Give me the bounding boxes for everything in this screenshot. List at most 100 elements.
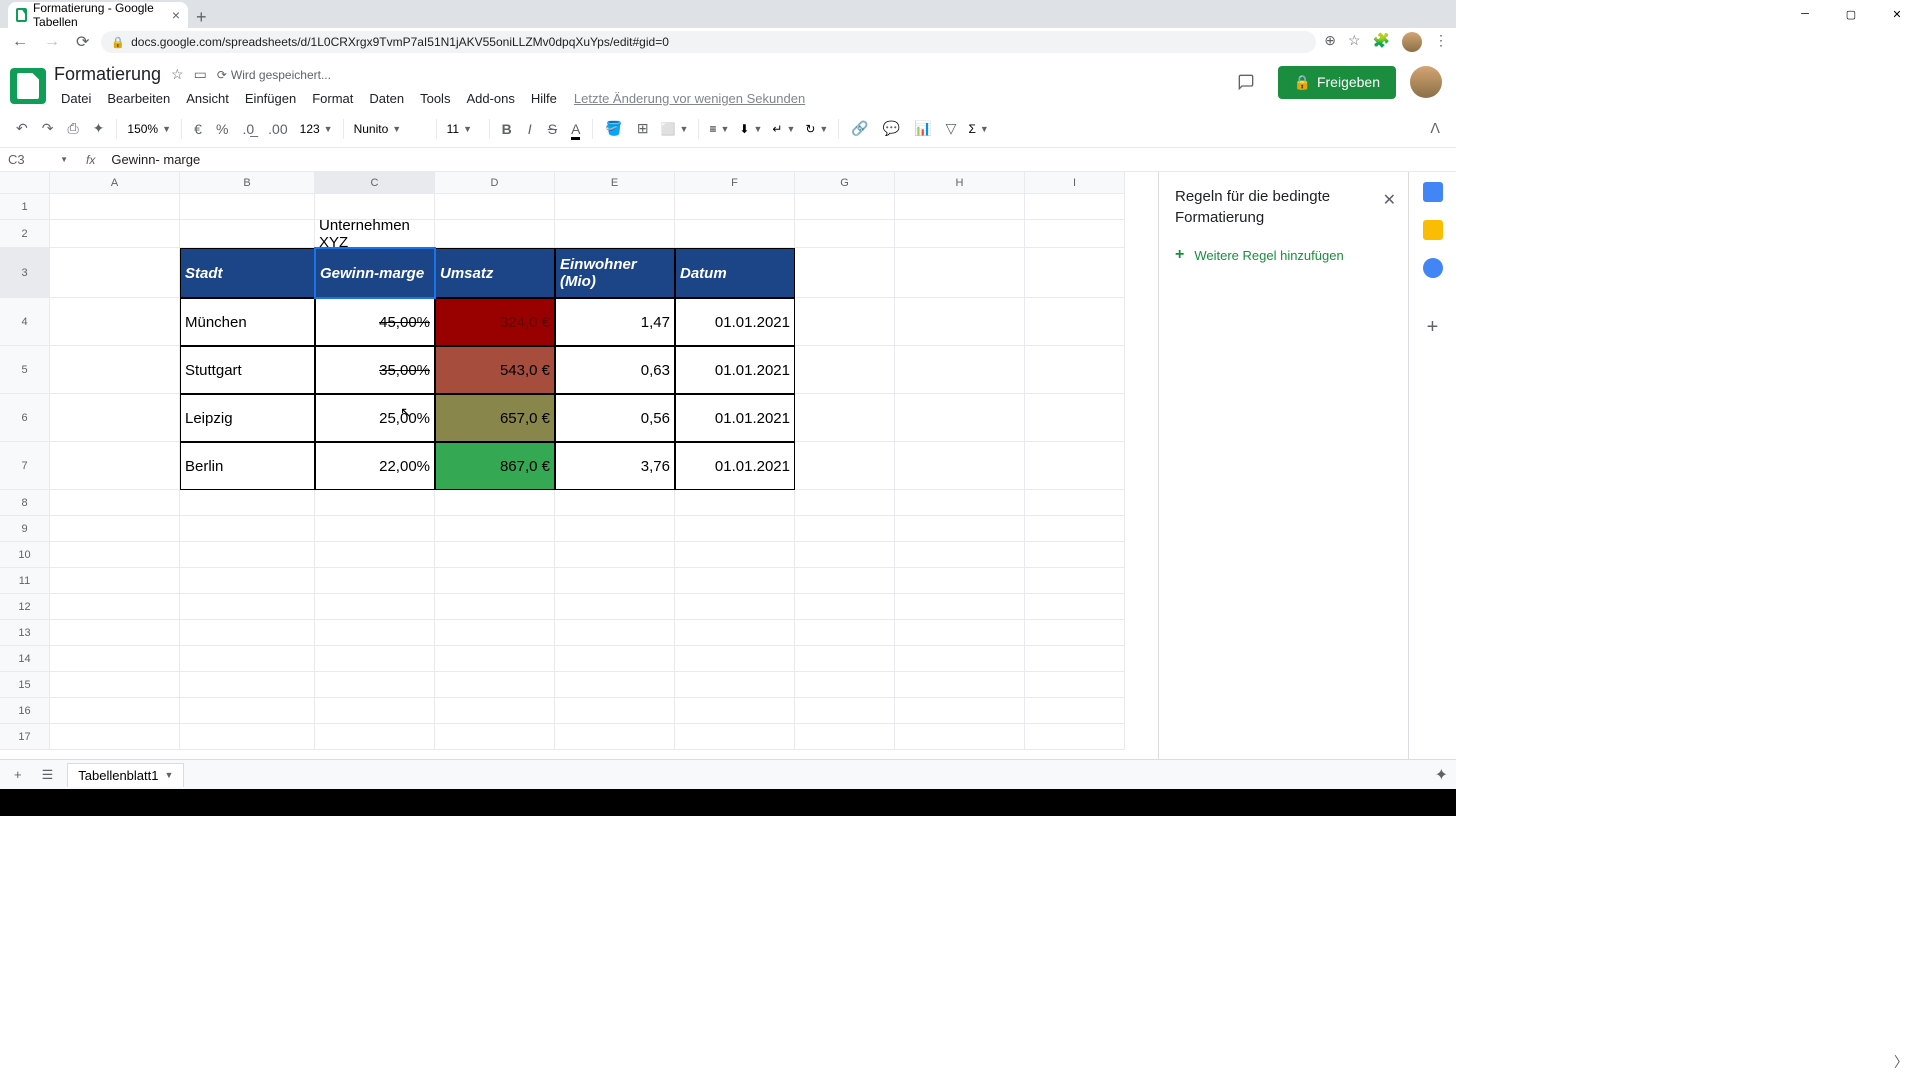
row-header[interactable]: 1 [0,194,50,220]
cell[interactable] [675,620,795,646]
cell[interactable] [435,568,555,594]
cell[interactable] [50,542,180,568]
menu-edit[interactable]: Bearbeiten [100,89,177,108]
cell[interactable] [555,516,675,542]
column-header[interactable]: F [675,172,795,194]
decrease-decimal-button[interactable]: .0̲ [236,117,260,141]
cell[interactable] [50,646,180,672]
cell[interactable] [795,442,895,490]
cell[interactable] [315,490,435,516]
cell[interactable] [895,220,1025,248]
row-header[interactable]: 3 [0,248,50,298]
cell[interactable] [795,672,895,698]
cell[interactable] [895,442,1025,490]
column-header[interactable]: E [555,172,675,194]
cell[interactable] [180,220,315,248]
cell[interactable] [180,646,315,672]
cell[interactable] [1025,568,1125,594]
cell[interactable] [675,698,795,724]
cell[interactable] [315,672,435,698]
chevron-down-icon[interactable]: ▼ [164,770,173,780]
cell[interactable]: 3,76 [555,442,675,490]
cell[interactable] [795,724,895,750]
cell[interactable] [895,620,1025,646]
font-size-select[interactable]: 11▼ [443,120,483,138]
cell[interactable] [1025,394,1125,442]
cell[interactable] [675,568,795,594]
menu-format[interactable]: Format [305,89,360,108]
menu-addons[interactable]: Add-ons [459,89,521,108]
back-button[interactable]: ← [8,33,32,51]
cell[interactable] [795,220,895,248]
cell[interactable] [675,194,795,220]
profile-avatar[interactable] [1402,32,1422,52]
cell[interactable] [555,594,675,620]
cell[interactable] [435,672,555,698]
filter-button[interactable]: ▽ [940,116,963,141]
cell[interactable] [1025,248,1125,298]
cell[interactable] [555,620,675,646]
cell[interactable]: 35,00% [315,346,435,394]
row-header[interactable]: 11 [0,568,50,594]
cell[interactable] [435,724,555,750]
reload-button[interactable]: ⟳ [72,32,93,52]
row-header[interactable]: 9 [0,516,50,542]
cell[interactable] [795,394,895,442]
select-all-button[interactable] [0,172,50,194]
cell[interactable] [50,568,180,594]
column-header[interactable]: H [895,172,1025,194]
paint-format-button[interactable]: ✦ [87,116,111,141]
maximize-button[interactable]: ▢ [1828,0,1874,28]
cell[interactable] [795,346,895,394]
cell[interactable] [895,568,1025,594]
cell[interactable] [895,646,1025,672]
move-icon[interactable]: ▭ [194,66,207,83]
cell[interactable] [315,542,435,568]
cell[interactable] [180,516,315,542]
cell[interactable] [435,698,555,724]
extensions-icon[interactable]: 🧩 [1373,32,1390,52]
bold-button[interactable]: B [496,117,518,141]
cell[interactable]: 0,56 [555,394,675,442]
add-sheet-button[interactable]: + [8,765,28,784]
cell[interactable] [50,594,180,620]
comment-button[interactable]: 💬 [877,116,906,141]
table-title[interactable]: Unternehmen XYZ [315,220,435,248]
new-tab-button[interactable]: + [188,7,215,28]
cell[interactable] [675,516,795,542]
cell[interactable] [675,646,795,672]
cell[interactable] [180,542,315,568]
wrap-button[interactable]: ↵▼ [768,120,799,138]
cell[interactable]: Einwohner (Mio) [555,248,675,298]
cell[interactable] [795,298,895,346]
sheets-logo-icon[interactable] [10,68,46,104]
cell[interactable] [675,594,795,620]
cell[interactable] [895,394,1025,442]
cell[interactable] [675,672,795,698]
link-button[interactable]: 🔗 [845,116,874,141]
percent-button[interactable]: % [210,117,234,141]
cell[interactable] [50,298,180,346]
cell[interactable]: Leipzig [180,394,315,442]
cell[interactable] [795,516,895,542]
row-header[interactable]: 17 [0,724,50,750]
column-header[interactable]: G [795,172,895,194]
cell[interactable]: 867,0 € [435,442,555,490]
fill-color-button[interactable]: 🪣 [599,116,628,141]
cell[interactable] [555,724,675,750]
comments-button[interactable] [1228,64,1264,100]
currency-button[interactable]: € [188,117,208,141]
column-header[interactable]: B [180,172,315,194]
cell[interactable] [50,620,180,646]
cell[interactable] [50,724,180,750]
cell[interactable] [180,724,315,750]
cell[interactable]: Berlin [180,442,315,490]
row-header[interactable]: 14 [0,646,50,672]
cell[interactable] [435,620,555,646]
star-icon[interactable]: ☆ [1348,32,1361,52]
menu-view[interactable]: Ansicht [179,89,236,108]
cell[interactable] [180,620,315,646]
font-select[interactable]: Nunito▼ [350,120,430,138]
cell[interactable]: Datum [675,248,795,298]
undo-button[interactable]: ↶ [10,116,34,141]
